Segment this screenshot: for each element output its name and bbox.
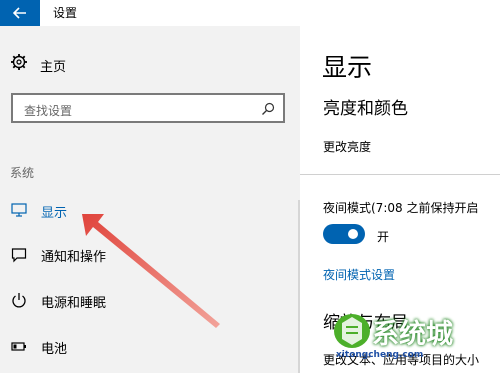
search-icon: [262, 102, 275, 115]
section-heading-brightness: 亮度和颜色: [323, 99, 408, 119]
toggle-knob: [348, 229, 358, 239]
back-arrow-icon: [13, 7, 26, 19]
gear-icon: [11, 54, 27, 70]
power-icon: [12, 293, 26, 308]
back-button[interactable]: [0, 0, 40, 26]
sidebar-item-label: 电池: [41, 342, 68, 357]
brightness-slider-track[interactable]: [300, 174, 500, 175]
watermark-text: 系统城: [372, 319, 453, 350]
night-mode-label: 夜间模式(7:08 之前保持开启: [323, 201, 479, 215]
monitor-icon: [11, 203, 27, 217]
annotation-arrow: [82, 214, 220, 328]
search-placeholder: 查找设置: [24, 104, 73, 118]
section-header-system: 系统: [10, 166, 35, 180]
notification-icon: [11, 248, 27, 263]
sidebar-item-home[interactable]: 主页: [40, 56, 66, 75]
toggle-state-label: 开: [377, 230, 390, 244]
battery-icon: [11, 342, 26, 351]
night-mode-settings-link[interactable]: 夜间模式设置: [323, 266, 395, 283]
page-title: 显示: [322, 53, 373, 82]
night-mode-toggle[interactable]: [323, 224, 365, 244]
watermark-url: xitongcheng.com: [336, 350, 424, 360]
sidebar-item-label: 显示: [41, 206, 68, 221]
search-input[interactable]: 查找设置: [11, 93, 285, 123]
brightness-label: 更改亮度: [323, 140, 372, 154]
window-title: 设置: [53, 6, 78, 20]
